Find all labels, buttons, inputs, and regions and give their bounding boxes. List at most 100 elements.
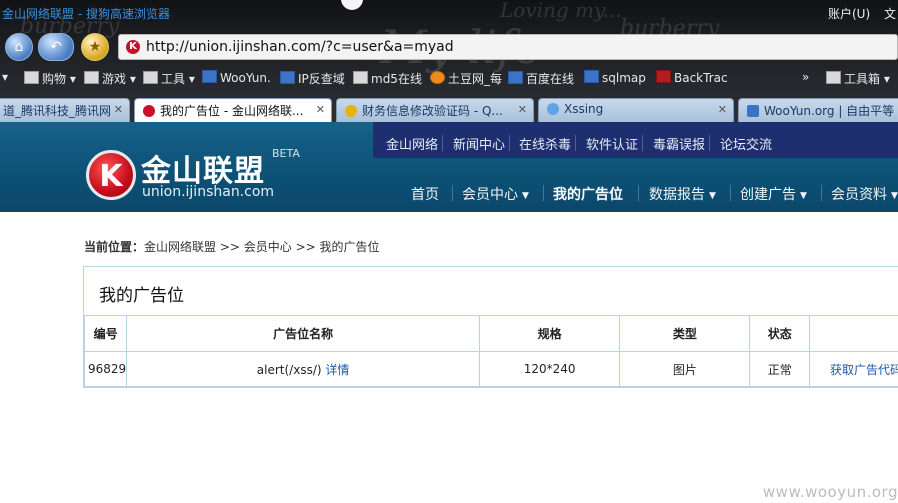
close-icon[interactable]: ✕ (718, 103, 727, 116)
nav-divider (509, 135, 510, 151)
topnav-software-cert[interactable]: 软件认证 (586, 134, 638, 153)
grid-icon (353, 71, 368, 84)
window-title: 金山网络联盟 - 搜狗高速浏览器 (2, 7, 170, 21)
folder-icon (84, 71, 99, 84)
more-bookmarks-icon[interactable]: » (802, 70, 809, 84)
address-url[interactable]: http://union.ijinshan.com/?c=user&a=myad (146, 39, 454, 55)
nav-divider (452, 185, 453, 201)
bookmarks-bar: ▾ 购物 ▾ 游戏 ▾ 工具 ▾ WooYun. IP反查域 md5在线 土豆网… (0, 66, 898, 90)
tab-strip: 道_腾讯科技_腾讯网 ✕ 我的广告位 - 金山网络联... ✕ 财务信息修改验证码 … (0, 98, 898, 122)
column-header-type: 类型 (619, 315, 751, 352)
bookmarks-menu-icon[interactable]: ▾ (2, 70, 8, 84)
bookmark-item[interactable]: md5在线 (353, 70, 422, 87)
title-right-menu: 账户(U) 文 (818, 5, 896, 22)
chevron-down-icon: ▼ (709, 191, 716, 201)
table-row: 96829 alert(/xss/) 详情 120*240 图片 正常 获取广告… (83, 351, 898, 387)
table-header-row: 编号 广告位名称 规格 类型 状态 (83, 315, 898, 352)
get-ad-code-link[interactable]: 获取广告代码 (830, 363, 898, 377)
page-icon (202, 70, 217, 83)
topnav-false-positive[interactable]: 毒霸误报 (653, 134, 705, 153)
breadcrumb-prefix: 当前位置： (84, 240, 145, 254)
chevron-down-icon: ▼ (800, 191, 807, 201)
folder-icon (24, 71, 39, 84)
tab-tencent[interactable]: 道_腾讯科技_腾讯网 ✕ (0, 98, 130, 122)
file-menu[interactable]: 文 (884, 7, 896, 21)
tab-wooyun[interactable]: WooYun.org | 自由平等 (738, 98, 898, 122)
topnav-forum[interactable]: 论坛交流 (720, 134, 772, 153)
bookmark-item[interactable]: 土豆网_每 (430, 70, 502, 87)
qq-favicon-icon (345, 105, 357, 117)
mainnav-member-profile[interactable]: 会员资料 ▼ (831, 184, 898, 204)
cell-size: 120*240 (478, 351, 621, 387)
bookmark-item[interactable]: sqlmap (584, 70, 646, 85)
cell-type: 图片 (619, 351, 751, 387)
column-header-size: 规格 (478, 315, 621, 352)
topnav-online-antivirus[interactable]: 在线杀毒 (519, 134, 571, 153)
column-header-status: 状态 (749, 315, 811, 352)
logo-domain: union.ijinshan.com (142, 184, 275, 200)
column-header-id: 编号 (83, 315, 128, 352)
mainnav-my-ad-slots[interactable]: 我的广告位 (553, 184, 623, 204)
browser-chrome: Loving my... burberry burberry My life 金… (0, 0, 898, 122)
folder-icon (143, 71, 158, 84)
ad-slot-table: 编号 广告位名称 规格 类型 状态 96829 alert(/xss/) 详情 … (83, 315, 898, 387)
nav-divider (821, 185, 822, 201)
close-icon[interactable]: ✕ (114, 103, 123, 116)
cell-status: 正常 (749, 351, 811, 387)
bookmark-item[interactable]: WooYun. (202, 70, 271, 85)
bookmark-folder[interactable]: 工具 ▾ (143, 70, 195, 87)
column-header-action (809, 315, 898, 352)
tab-xssing[interactable]: Xssing ✕ (538, 98, 734, 122)
cell-name: alert(/xss/) 详情 (126, 351, 480, 387)
mainnav-member-center[interactable]: 会员中心 ▼ (462, 184, 529, 204)
tab-label: 道_腾讯科技_腾讯网 (3, 104, 112, 118)
back-icon[interactable]: ↶ (38, 33, 74, 61)
bookmark-folder[interactable]: 游戏 ▾ (84, 70, 136, 87)
ad-slot-name: alert(/xss/) (256, 362, 322, 377)
wooyun-watermark: www.wooyun.org (762, 483, 898, 501)
nav-divider (709, 135, 710, 151)
close-icon[interactable]: ✕ (518, 103, 527, 116)
bookmark-item[interactable]: 百度在线 (508, 70, 574, 87)
breadcrumb: 当前位置：金山网络联盟 >> 会员中心 >> 我的广告位 (84, 238, 380, 255)
jinshan-logo-icon[interactable]: K (86, 150, 136, 200)
tab-label: WooYun.org | 自由平等 (764, 104, 895, 118)
topnav-jinshan[interactable]: 金山网络 (386, 134, 438, 153)
nav-divider (642, 135, 643, 151)
tudou-icon (430, 71, 445, 84)
nav-divider (638, 185, 639, 201)
tab-label: 我的广告位 - 金山网络联... (160, 104, 304, 118)
home-icon[interactable]: ⌂ (5, 33, 33, 61)
mainnav-home[interactable]: 首页 (411, 184, 439, 204)
mainnav-create-ad[interactable]: 创建广告 ▼ (740, 184, 807, 204)
tab-finance-verification[interactable]: 财务信息修改验证码 - Q... ✕ (336, 98, 534, 122)
toolbox-icon (826, 71, 841, 84)
globe-icon (547, 103, 559, 115)
bookmark-item[interactable]: BackTrac (656, 70, 728, 85)
topnav-news[interactable]: 新闻中心 (453, 134, 505, 153)
page-icon (280, 71, 295, 84)
ad-slot-panel: 我的广告位 编号 广告位名称 规格 类型 状态 96829 alert(/xss… (83, 266, 898, 388)
address-bar[interactable]: K http://union.ijinshan.com/?c=user&a=my… (118, 34, 898, 60)
toolbox-menu[interactable]: 工具箱 ▾ (826, 70, 890, 87)
detail-link[interactable]: 详情 (325, 363, 349, 377)
panel-title: 我的广告位 (99, 286, 184, 306)
bookmark-item[interactable]: IP反查域 (280, 70, 345, 87)
nav-divider (442, 135, 443, 151)
cell-action: 获取广告代码 (809, 351, 898, 387)
nav-divider (730, 185, 731, 201)
page-icon (747, 105, 759, 117)
bookmark-folder[interactable]: 购物 ▾ (24, 70, 76, 87)
browser-logo-icon (341, 0, 363, 10)
backtrack-icon (656, 70, 671, 83)
tab-my-ad-slots[interactable]: 我的广告位 - 金山网络联... ✕ (134, 98, 332, 122)
close-icon[interactable]: ✕ (316, 103, 325, 116)
chevron-down-icon: ▼ (522, 191, 529, 201)
tab-label: Xssing (564, 102, 604, 116)
favorite-star-icon[interactable]: ★ (81, 33, 109, 61)
account-menu[interactable]: 账户(U) (828, 7, 870, 21)
breadcrumb-path[interactable]: 金山网络联盟 >> 会员中心 >> 我的广告位 (144, 240, 379, 254)
page-icon (508, 71, 523, 84)
mainnav-data-reports[interactable]: 数据报告 ▼ (649, 184, 716, 204)
title-bar: 金山网络联盟 - 搜狗高速浏览器 账户(U) 文 (0, 0, 898, 28)
